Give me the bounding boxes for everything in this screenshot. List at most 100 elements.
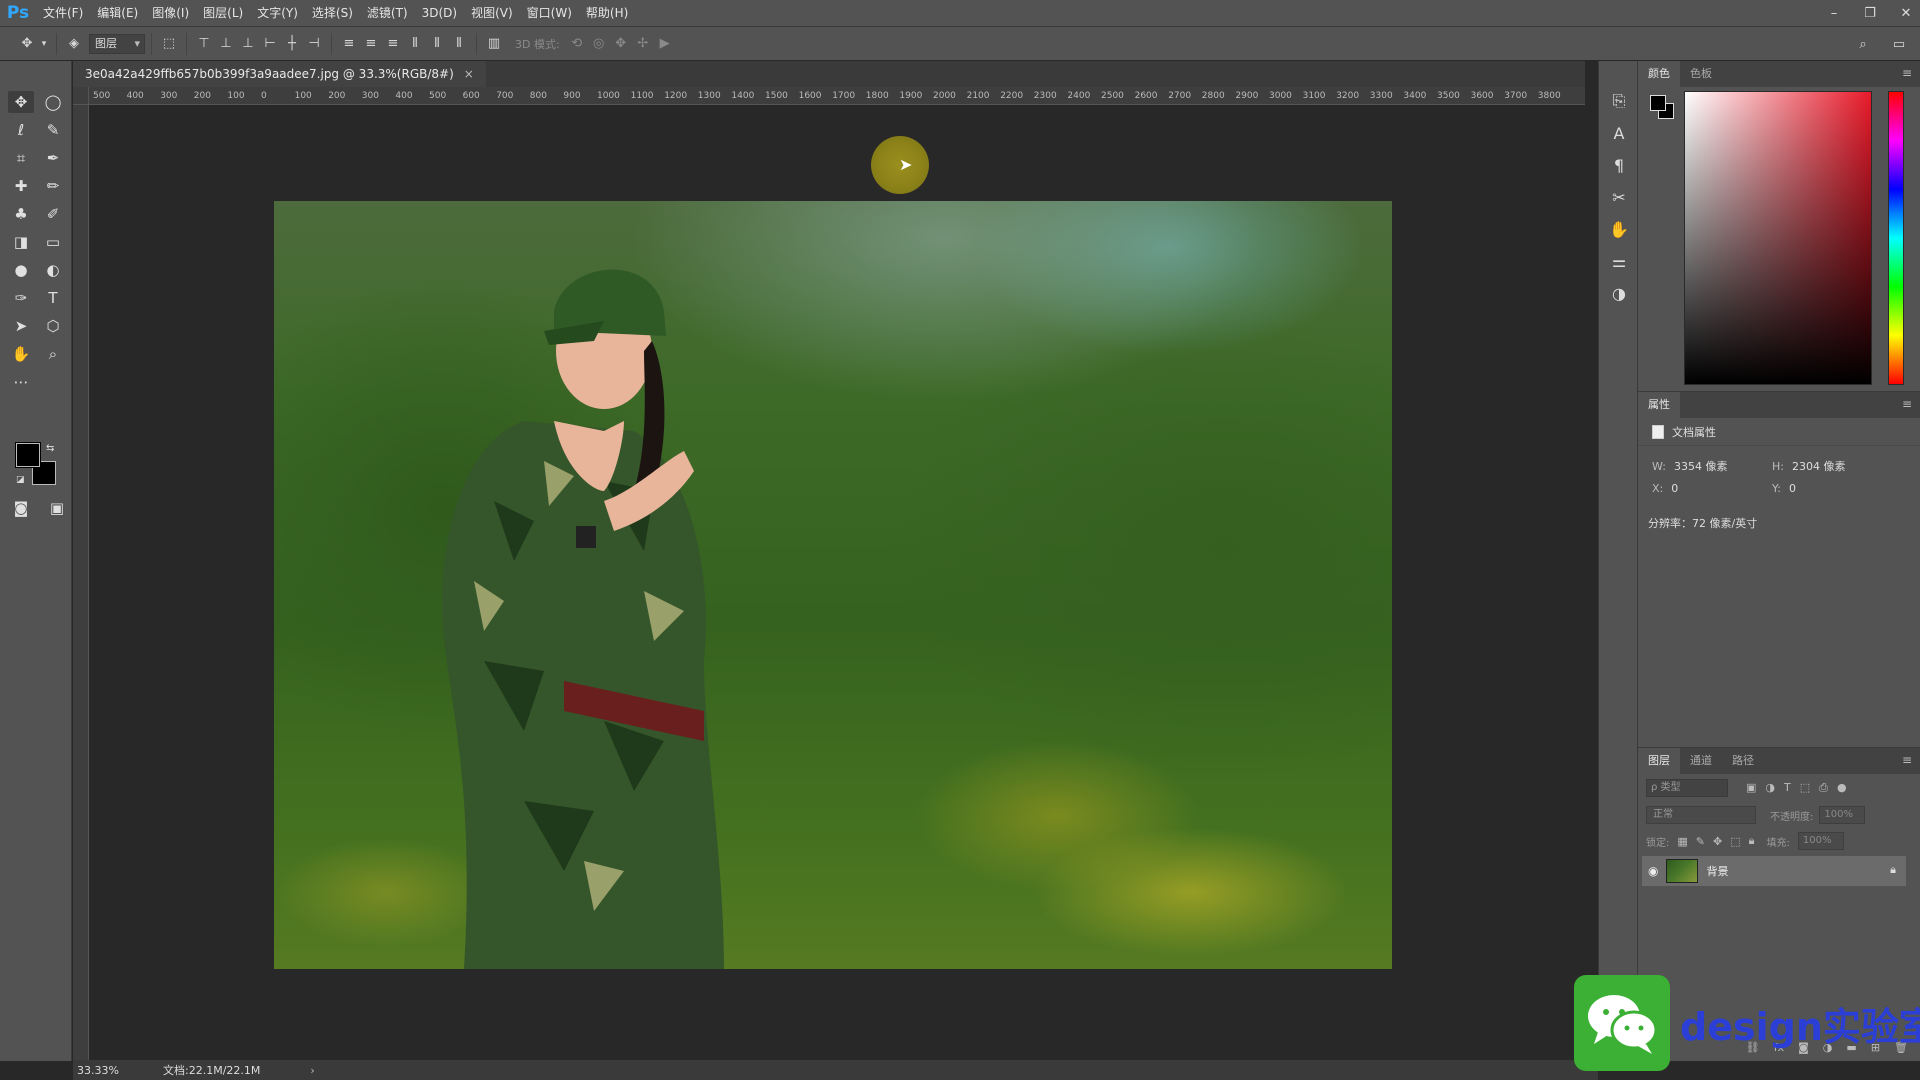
styles-icon[interactable]: ◑: [1599, 277, 1639, 309]
distribute-hcenter-icon[interactable]: ⦀: [426, 33, 448, 55]
menu-layer[interactable]: 图层(L): [196, 0, 250, 26]
status-arrow-icon[interactable]: ›: [310, 1064, 314, 1077]
menu-select[interactable]: 选择(S): [305, 0, 360, 26]
path-select-tool-icon[interactable]: ➤: [8, 315, 34, 337]
minimize-button[interactable]: –: [1826, 6, 1842, 21]
shape-tool-icon[interactable]: ⬡: [40, 315, 66, 337]
workspace-icon[interactable]: ▭: [1888, 33, 1910, 55]
marquee-tool-icon[interactable]: ◯: [40, 91, 66, 113]
3d-rotate-icon[interactable]: ⟲: [566, 33, 588, 55]
move-tool-icon[interactable]: ✥: [8, 91, 34, 113]
tab-color[interactable]: 颜色: [1638, 61, 1680, 87]
3d-slide-icon[interactable]: ✢: [632, 33, 654, 55]
dodge-tool-icon[interactable]: ◐: [40, 259, 66, 281]
menu-help[interactable]: 帮助(H): [579, 0, 635, 26]
3d-scale-icon[interactable]: ▶: [654, 33, 676, 55]
lock-transparent-icon[interactable]: ▦: [1677, 835, 1687, 848]
more-tools-icon[interactable]: ⋯: [8, 371, 34, 393]
menu-window[interactable]: 窗口(W): [520, 0, 579, 26]
character-panel-icon[interactable]: A: [1599, 117, 1639, 149]
menu-file[interactable]: 文件(F): [36, 0, 90, 26]
history-brush-tool-icon[interactable]: ✐: [40, 203, 66, 225]
layer-row-background[interactable]: ◉ 背景 🔒︎: [1642, 856, 1906, 886]
tab-channels[interactable]: 通道: [1680, 748, 1722, 774]
distribute-right-icon[interactable]: ⦀: [448, 33, 470, 55]
healing-brush-tool-icon[interactable]: ✚: [8, 175, 34, 197]
fill-input[interactable]: 100%: [1797, 832, 1844, 850]
hand-tool-icon[interactable]: ✋: [8, 343, 34, 365]
distribute-bottom-icon[interactable]: ≡: [382, 33, 404, 55]
foreground-color-swatch[interactable]: [1650, 95, 1666, 111]
auto-select-dropdown[interactable]: 图层: [89, 33, 145, 54]
eye-visibility-icon[interactable]: ◉: [1648, 864, 1658, 878]
zoom-tool-icon[interactable]: ⌕: [40, 343, 66, 365]
lock-all-icon[interactable]: 🔒︎: [1749, 834, 1755, 848]
3d-pan-icon[interactable]: ✥: [610, 33, 632, 55]
blur-tool-icon[interactable]: ●: [8, 259, 34, 281]
panel-menu-icon[interactable]: ≡: [1902, 66, 1912, 80]
adjustment-filter-icon[interactable]: ◑: [1765, 781, 1775, 795]
align-right-icon[interactable]: ⊣: [303, 33, 325, 55]
hue-slider[interactable]: [1888, 91, 1904, 385]
paragraph-panel-icon[interactable]: ¶: [1599, 149, 1639, 181]
filter-toggle-icon[interactable]: ●: [1837, 781, 1847, 795]
quick-mask-icon[interactable]: ◙: [8, 497, 34, 519]
tab-properties[interactable]: 属性: [1638, 392, 1680, 418]
quick-select-tool-icon[interactable]: ✎: [40, 119, 66, 141]
document-tab[interactable]: 3e0a42a429ffb657b0b399f3a9aadee7.jpg @ 3…: [73, 61, 486, 87]
swap-colors-icon[interactable]: ⇆: [46, 443, 54, 454]
panel-menu-icon[interactable]: ≡: [1902, 397, 1912, 411]
transform-controls-icon[interactable]: ⬚: [158, 33, 180, 55]
menu-view[interactable]: 视图(V): [464, 0, 520, 26]
close-window-button[interactable]: ✕: [1898, 6, 1914, 21]
smart-object-filter-icon[interactable]: ⎙: [1819, 781, 1828, 795]
menu-edit[interactable]: 编辑(E): [90, 0, 145, 26]
align-left-icon[interactable]: ⊢: [259, 33, 281, 55]
menu-type[interactable]: 文字(Y): [250, 0, 305, 26]
3d-roll-icon[interactable]: ◎: [588, 33, 610, 55]
document-image[interactable]: [274, 201, 1392, 969]
foreground-color-swatch[interactable]: [15, 442, 41, 468]
history-panel-icon[interactable]: ⎘: [1599, 85, 1639, 117]
color-swatches[interactable]: ⇆ ◪: [15, 442, 66, 493]
eyedropper-tool-icon[interactable]: ✒: [40, 147, 66, 169]
tool-presets-icon[interactable]: ✂: [1599, 181, 1639, 213]
menu-filter[interactable]: 滤镜(T): [360, 0, 415, 26]
image-filter-icon[interactable]: ▣: [1746, 781, 1756, 795]
gradient-tool-icon[interactable]: ▭: [40, 231, 66, 253]
color-saturation-field[interactable]: [1684, 91, 1872, 385]
distribute-vcenter-icon[interactable]: ≡: [360, 33, 382, 55]
blend-mode-dropdown[interactable]: 正常: [1646, 806, 1756, 824]
auto-select-icon[interactable]: ◈: [63, 33, 85, 55]
move-tool-icon[interactable]: ✥: [16, 33, 38, 55]
search-icon[interactable]: ⌕: [1852, 33, 1874, 55]
close-tab-icon[interactable]: ×: [464, 67, 474, 81]
tab-layers[interactable]: 图层: [1638, 748, 1680, 774]
brush-tool-icon[interactable]: ✏: [40, 175, 66, 197]
brush-panel-icon[interactable]: ✋: [1599, 213, 1639, 245]
panel-menu-icon[interactable]: ≡: [1902, 753, 1912, 767]
tab-paths[interactable]: 路径: [1722, 748, 1764, 774]
align-top-icon[interactable]: ⊤: [193, 33, 215, 55]
lasso-tool-icon[interactable]: ℓ: [8, 119, 34, 141]
lock-position-icon[interactable]: ✥: [1713, 835, 1722, 848]
align-vcenter-icon[interactable]: ⊥: [215, 33, 237, 55]
opacity-input[interactable]: 100%: [1819, 806, 1866, 824]
chevron-down-icon[interactable]: ▾: [38, 33, 50, 55]
eraser-tool-icon[interactable]: ◨: [8, 231, 34, 253]
align-bottom-icon[interactable]: ⊥: [237, 33, 259, 55]
align-hcenter-icon[interactable]: ┼: [281, 33, 303, 55]
type-filter-icon[interactable]: T: [1784, 781, 1791, 795]
restore-button[interactable]: ❐: [1862, 6, 1878, 21]
lock-artboard-icon[interactable]: ⬚: [1730, 835, 1740, 848]
pen-tool-icon[interactable]: ✑: [8, 287, 34, 309]
crop-tool-icon[interactable]: ⌗: [8, 147, 34, 169]
layer-name[interactable]: 背景: [1706, 863, 1728, 879]
screen-mode-icon[interactable]: ▣: [44, 497, 70, 519]
canvas-area[interactable]: ➤: [89, 105, 1585, 1060]
adjustments-icon[interactable]: ⚌: [1599, 245, 1639, 277]
tab-swatches[interactable]: 色板: [1680, 61, 1722, 87]
shape-filter-icon[interactable]: ⬚: [1800, 781, 1810, 795]
menu-image[interactable]: 图像(I): [145, 0, 196, 26]
default-colors-icon[interactable]: ◪: [16, 475, 25, 485]
